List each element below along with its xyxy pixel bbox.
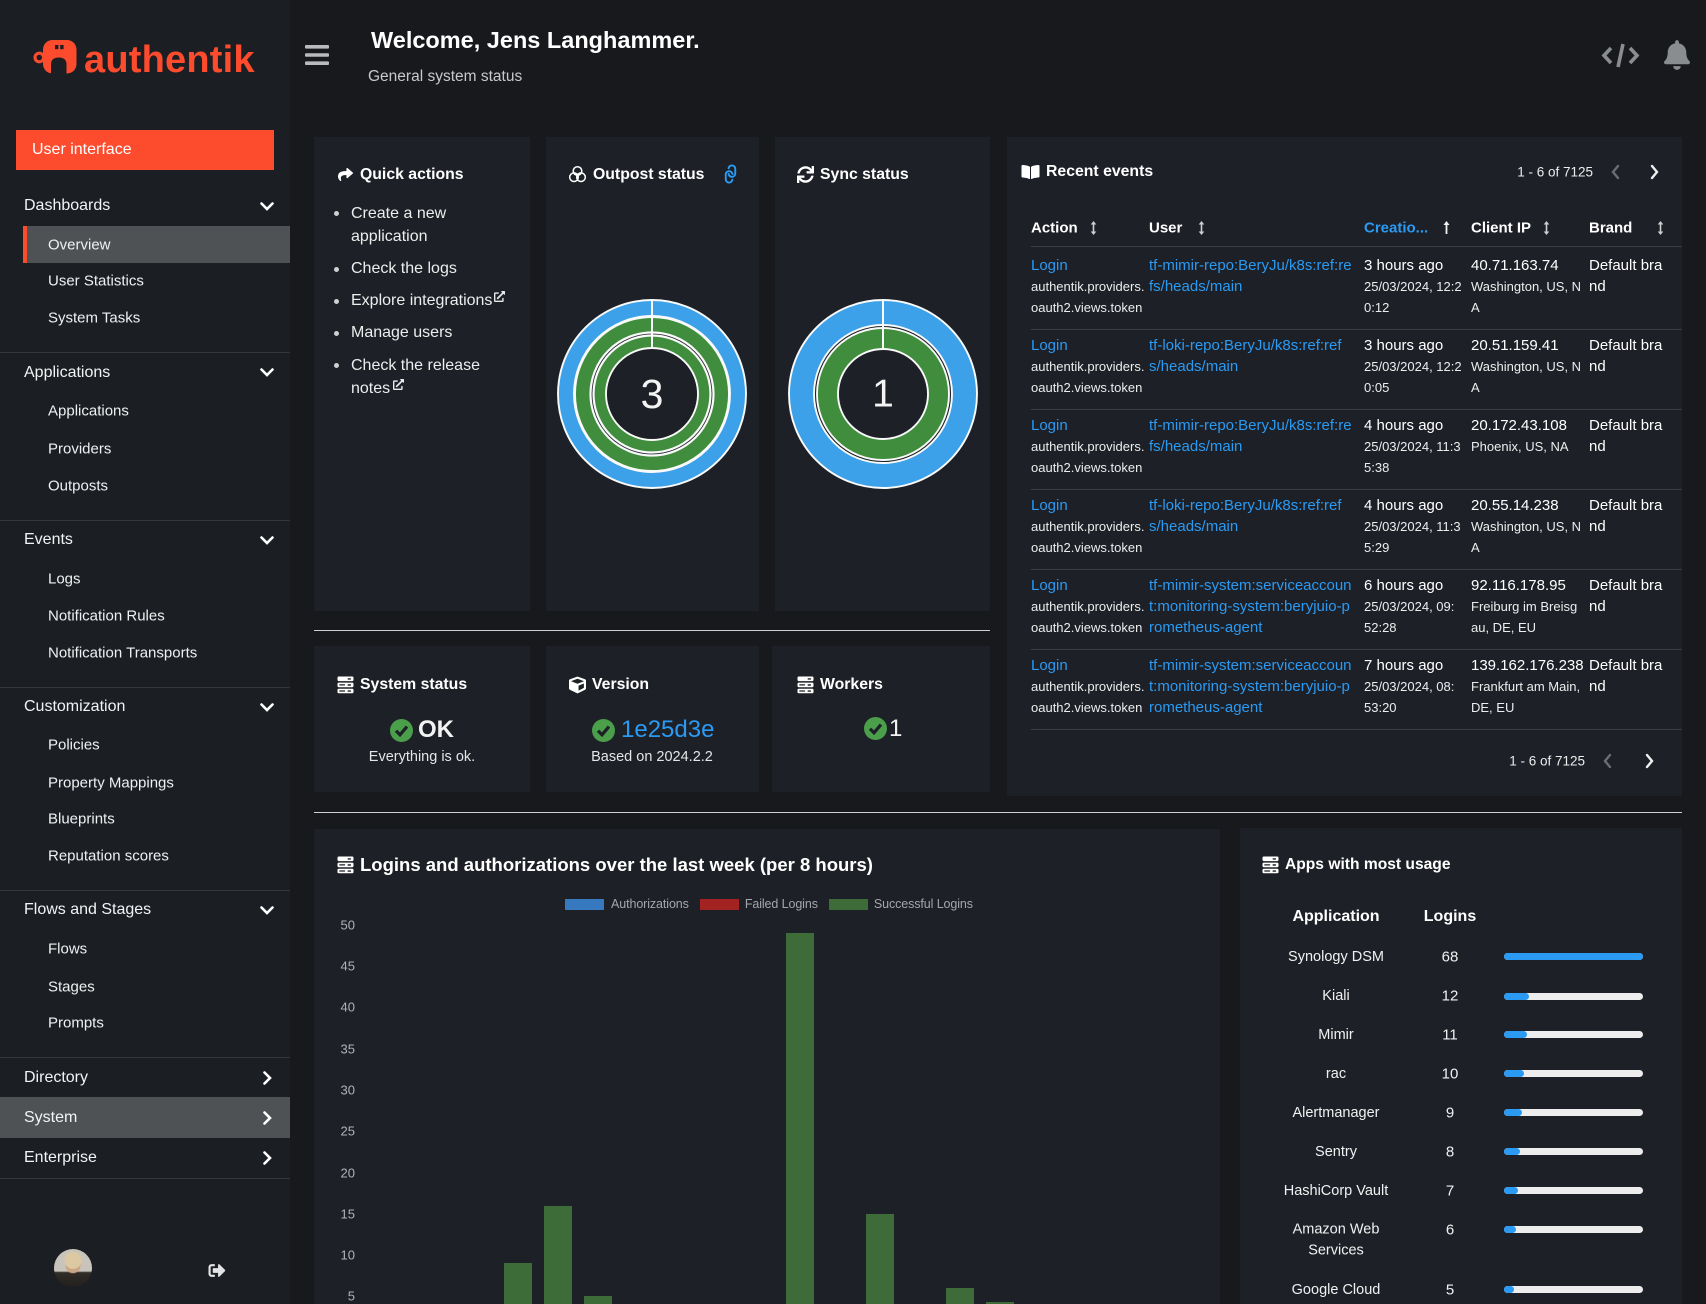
- svg-text:1: 1: [872, 373, 894, 416]
- svg-text:authentik: authentik: [84, 39, 255, 78]
- svg-text:3: 3: [641, 371, 664, 417]
